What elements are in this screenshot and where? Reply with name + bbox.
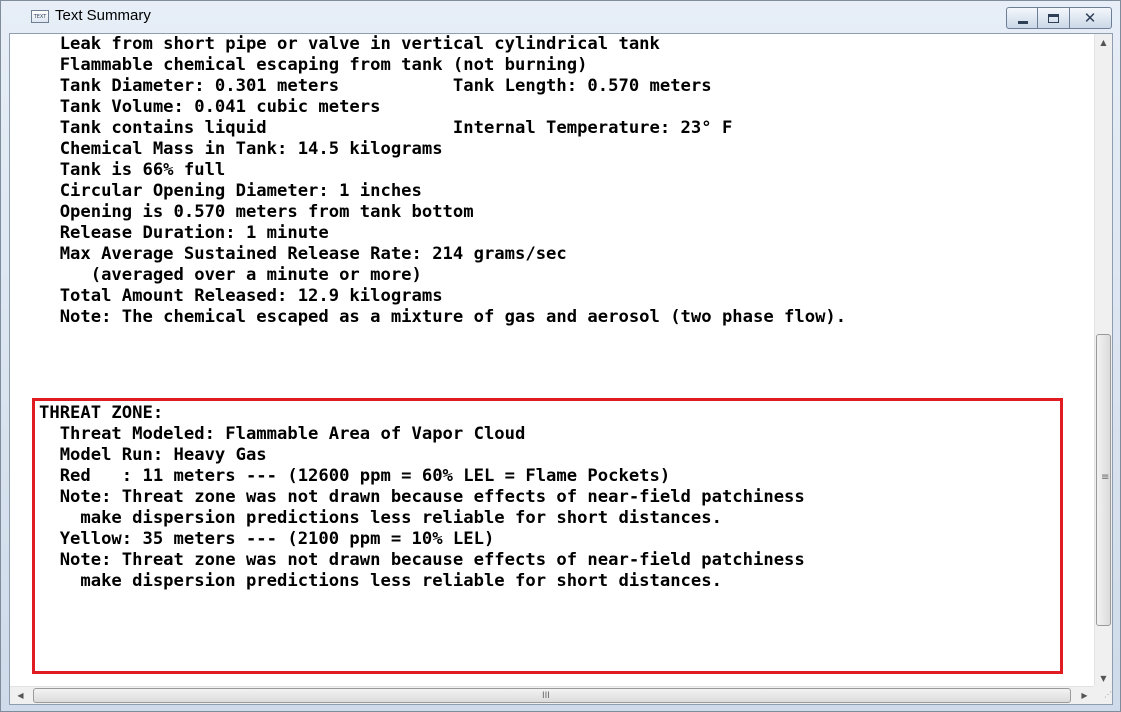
summary-line: Tank Volume: 0.041 cubic meters <box>39 97 381 117</box>
scroll-right-icon[interactable]: ▶ <box>1076 687 1093 704</box>
text-summary-window: TEXT Text Summary ✕ Leak from short pipe… <box>0 0 1121 712</box>
minimize-button[interactable] <box>1006 7 1038 29</box>
threat-zone-line: Note: Threat zone was not drawn because … <box>39 550 805 570</box>
threat-zone-line: Model Run: Heavy Gas <box>39 445 267 465</box>
horizontal-scroll-thumb[interactable]: III <box>33 688 1071 703</box>
text-summary-content: Leak from short pipe or valve in vertica… <box>9 33 1113 705</box>
vertical-scroll-thumb[interactable]: ≡ <box>1096 334 1111 626</box>
title-bar[interactable]: TEXT Text Summary ✕ <box>1 1 1120 33</box>
scroll-left-icon[interactable]: ◀ <box>12 687 29 704</box>
threat-zone-line: make dispersion predictions less reliabl… <box>39 571 722 591</box>
threat-zone-line: THREAT ZONE: <box>39 403 164 423</box>
summary-line: Chemical Mass in Tank: 14.5 kilograms <box>39 139 443 159</box>
close-button[interactable]: ✕ <box>1070 7 1112 29</box>
horizontal-scrollbar[interactable]: ◀ III ▶ <box>10 686 1095 704</box>
scroll-down-icon[interactable]: ▼ <box>1095 670 1112 687</box>
window-title: Text Summary <box>55 7 151 24</box>
threat-zone-line: Threat Modeled: Flammable Area of Vapor … <box>39 424 526 444</box>
grip-icon: III <box>542 691 550 701</box>
summary-line: Note: The chemical escaped as a mixture … <box>39 307 847 327</box>
summary-line: Opening is 0.570 meters from tank bottom <box>39 202 474 222</box>
grip-icon: ≡ <box>1101 472 1110 483</box>
summary-line: Tank is 66% full <box>39 160 226 180</box>
maximize-button[interactable] <box>1038 7 1070 29</box>
minimize-icon <box>1018 21 1028 24</box>
summary-line: Total Amount Released: 12.9 kilograms <box>39 286 443 306</box>
text-window-icon: TEXT <box>31 10 49 23</box>
scroll-up-icon[interactable]: ▲ <box>1095 34 1112 51</box>
window-controls: ✕ <box>1006 7 1112 29</box>
maximize-icon <box>1048 14 1059 23</box>
summary-line: Tank contains liquid Internal Temperatur… <box>39 118 733 138</box>
summary-line: Flammable chemical escaping from tank (n… <box>39 55 588 75</box>
summary-line: Max Average Sustained Release Rate: 214 … <box>39 244 567 264</box>
threat-zone-line: Red : 11 meters --- (12600 ppm = 60% LEL… <box>39 466 671 486</box>
summary-line: Circular Opening Diameter: 1 inches <box>39 181 422 201</box>
summary-line: Leak from short pipe or valve in vertica… <box>39 34 660 54</box>
size-grip-icon[interactable]: ⋰ <box>1094 686 1112 704</box>
threat-zone-line: Yellow: 35 meters --- (2100 ppm = 10% LE… <box>39 529 495 549</box>
vertical-scrollbar[interactable]: ▲ ≡ ▼ <box>1094 34 1112 687</box>
summary-line: (averaged over a minute or more) <box>39 265 422 285</box>
threat-zone-line: Note: Threat zone was not drawn because … <box>39 487 805 507</box>
close-icon: ✕ <box>1083 9 1097 27</box>
summary-text-area[interactable]: Leak from short pipe or valve in vertica… <box>10 34 1095 687</box>
threat-zone-line: make dispersion predictions less reliabl… <box>39 508 722 528</box>
summary-line: Release Duration: 1 minute <box>39 223 329 243</box>
summary-line: Tank Diameter: 0.301 meters Tank Length:… <box>39 76 712 96</box>
